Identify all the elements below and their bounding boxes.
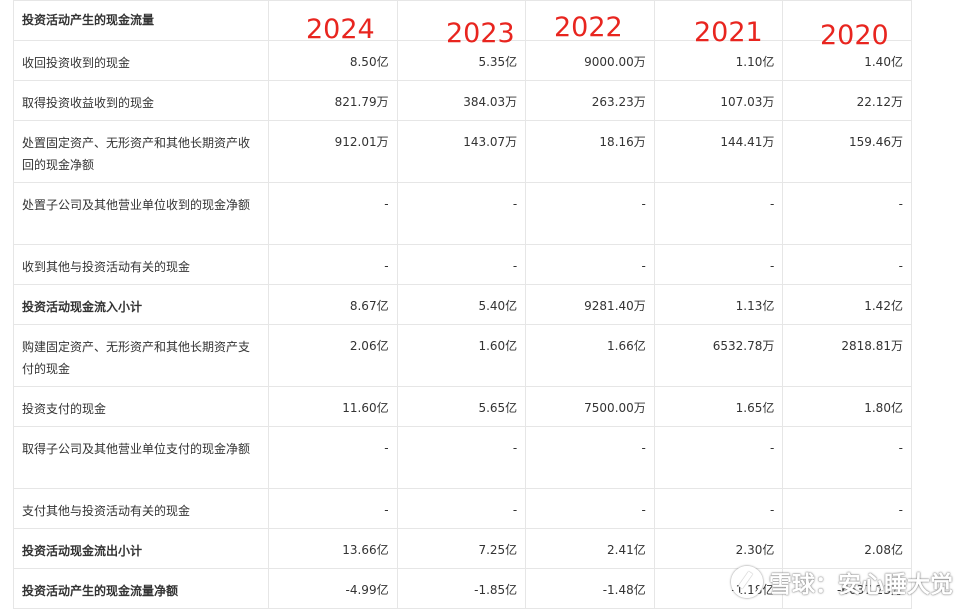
table-row: 处置子公司及其他营业单位收到的现金净额 - - - - - xyxy=(13,182,912,245)
row-label: 收到其他与投资活动有关的现金 xyxy=(13,244,269,285)
table-row: 投资活动现金流入小计 8.67亿 5.40亿 9281.40万 1.13亿 1.42亿 xyxy=(13,284,912,325)
year-annotation-2024: 2024 xyxy=(306,14,375,45)
value-cell: 2.08亿 xyxy=(782,528,912,569)
row-label: 支付其他与投资活动有关的现金 xyxy=(13,488,269,529)
value-cell: - xyxy=(268,182,398,245)
year-annotation-2023: 2023 xyxy=(446,18,515,49)
value-cell: 6532.78万 xyxy=(653,324,784,387)
value-cell: -1.85亿 xyxy=(396,568,527,609)
table-row: 投资支付的现金 11.60亿 5.65亿 7500.00万 1.65亿 1.80亿 xyxy=(13,386,912,427)
xueqiu-logo-icon xyxy=(731,566,763,598)
table-row: 处置固定资产、无形资产和其他长期资产收回的现金净额 912.01万 143.07万 1… xyxy=(13,120,912,183)
table-row: 取得投资收益收到的现金 821.79万 384.03万 263.23万 107.03万 2… xyxy=(13,80,912,121)
value-cell: 7.25亿 xyxy=(396,528,527,569)
value-cell: - xyxy=(396,488,527,529)
value-cell: - xyxy=(653,426,784,489)
value-cell: - xyxy=(653,182,784,245)
watermark: 雪球：安心睡大觉 xyxy=(731,565,953,599)
value-cell: 2.41亿 xyxy=(525,528,655,569)
value-cell: - xyxy=(396,244,527,285)
value-cell: - xyxy=(396,426,527,489)
value-cell: -4.99亿 xyxy=(268,568,398,609)
value-cell: 5.65亿 xyxy=(396,386,527,427)
value-cell: - xyxy=(268,426,398,489)
value-cell: - xyxy=(525,426,655,489)
year-annotation-2021: 2021 xyxy=(694,17,763,48)
value-cell: - xyxy=(268,244,398,285)
value-cell: 11.60亿 xyxy=(268,386,398,427)
value-cell: 159.46万 xyxy=(782,120,912,183)
value-cell: 263.23万 xyxy=(525,80,655,121)
value-cell: - xyxy=(653,244,784,285)
table-row: 取得子公司及其他营业单位支付的现金净额 - - - - - xyxy=(13,426,912,489)
value-cell: 8.67亿 xyxy=(268,284,398,325)
value-cell: - xyxy=(782,488,912,529)
cashflow-table: 投资活动产生的现金流量 收回投资收到的现金 8.50亿 5.35亿 9000.00万 1… xyxy=(13,0,912,609)
year-annotation-2020: 2020 xyxy=(820,20,889,51)
value-cell: 912.01万 xyxy=(268,120,398,183)
row-label: 购建固定资产、无形资产和其他长期资产支付的现金 xyxy=(13,324,269,387)
value-cell: - xyxy=(782,182,912,245)
value-cell: - xyxy=(782,244,912,285)
value-cell: - xyxy=(396,182,527,245)
header-label: 投资活动产生的现金流量 xyxy=(13,0,269,41)
value-cell: 9281.40万 xyxy=(525,284,655,325)
value-cell: 1.65亿 xyxy=(653,386,784,427)
value-cell: - xyxy=(525,182,655,245)
value-cell: 22.12万 xyxy=(782,80,912,121)
year-annotation-2022: 2022 xyxy=(554,12,623,43)
value-cell: 2.30亿 xyxy=(653,528,784,569)
value-cell: - xyxy=(525,488,655,529)
value-cell: 1.13亿 xyxy=(653,284,784,325)
value-cell: 2.06亿 xyxy=(268,324,398,387)
row-label: 投资活动现金流入小计 xyxy=(13,284,269,325)
value-cell: 144.41万 xyxy=(653,120,784,183)
table-row: 投资活动现金流出小计 13.66亿 7.25亿 2.41亿 2.30亿 2.08亿 xyxy=(13,528,912,569)
watermark-text: 雪球：安心睡大觉 xyxy=(769,572,953,598)
value-cell: 1.60亿 xyxy=(396,324,527,387)
value-cell: -1.48亿 xyxy=(525,568,655,609)
row-label: 取得投资收益收到的现金 xyxy=(13,80,269,121)
value-cell: 143.07万 xyxy=(396,120,527,183)
value-cell: 1.80亿 xyxy=(782,386,912,427)
row-label: 处置子公司及其他营业单位收到的现金净额 xyxy=(13,182,269,245)
row-label: 投资活动产生的现金流量净额 xyxy=(13,568,269,609)
value-cell: - xyxy=(782,426,912,489)
table-row: 收到其他与投资活动有关的现金 - - - - - xyxy=(13,244,912,285)
value-cell: 8.50亿 xyxy=(268,40,398,81)
table-row: 支付其他与投资活动有关的现金 - - - - - xyxy=(13,488,912,529)
value-cell: 1.66亿 xyxy=(525,324,655,387)
value-cell: 5.40亿 xyxy=(396,284,527,325)
value-cell: 13.66亿 xyxy=(268,528,398,569)
table-row: 购建固定资产、无形资产和其他长期资产支付的现金 2.06亿 1.60亿 1.66亿 65… xyxy=(13,324,912,387)
row-label: 投资活动现金流出小计 xyxy=(13,528,269,569)
value-cell: 821.79万 xyxy=(268,80,398,121)
value-cell: 18.16万 xyxy=(525,120,655,183)
row-label: 取得子公司及其他营业单位支付的现金净额 xyxy=(13,426,269,489)
value-cell: - xyxy=(268,488,398,529)
row-label: 投资支付的现金 xyxy=(13,386,269,427)
row-label: 收回投资收到的现金 xyxy=(13,40,269,81)
value-cell: 107.03万 xyxy=(653,80,784,121)
value-cell: 384.03万 xyxy=(396,80,527,121)
row-label: 处置固定资产、无形资产和其他长期资产收回的现金净额 xyxy=(13,120,269,183)
value-cell: 7500.00万 xyxy=(525,386,655,427)
value-cell: - xyxy=(653,488,784,529)
value-cell: 1.42亿 xyxy=(782,284,912,325)
value-cell: - xyxy=(525,244,655,285)
value-cell: 2818.81万 xyxy=(782,324,912,387)
value-cell: 9000.00万 xyxy=(525,40,655,81)
